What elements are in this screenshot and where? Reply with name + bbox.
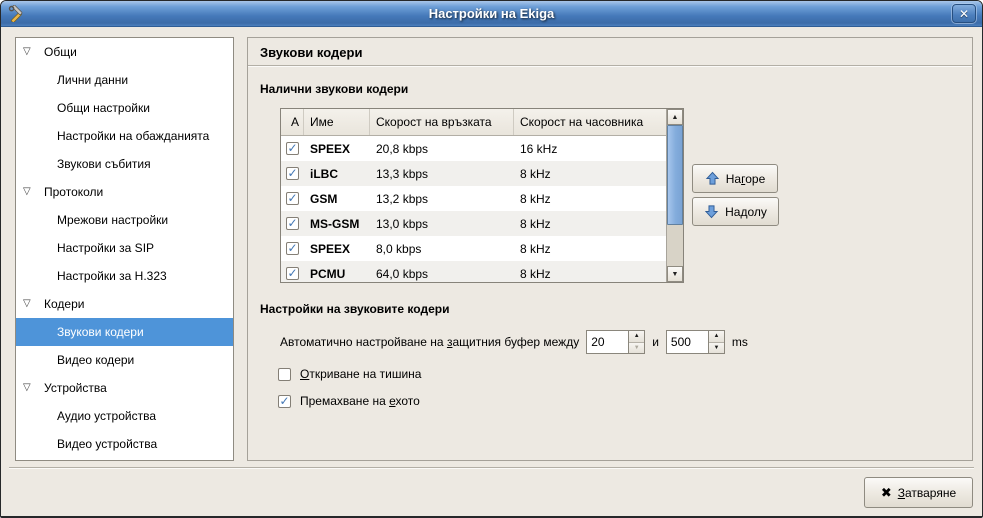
- close-dialog-button[interactable]: ✖ Затваряне: [864, 477, 973, 508]
- page-title: Звукови кодери: [260, 45, 362, 60]
- jitter-unit-label: ms: [732, 335, 748, 349]
- column-header-clock[interactable]: Скорост на часовника: [514, 109, 666, 135]
- sidebar-item-general[interactable]: Общи: [16, 38, 233, 66]
- codec-enabled-checkbox[interactable]: [286, 192, 299, 205]
- move-down-label: Надолу: [725, 205, 767, 219]
- scroll-up-icon[interactable]: [667, 109, 683, 125]
- silence-detection-checkbox-row[interactable]: Откриване на тишина: [278, 367, 421, 381]
- table-row[interactable]: SPEEX 8,0 kbps 8 kHz: [281, 236, 666, 261]
- table-scrollbar[interactable]: [666, 109, 683, 282]
- spin-up-icon[interactable]: [709, 331, 724, 342]
- expander-icon[interactable]: [23, 47, 36, 57]
- sidebar-item-sound-events[interactable]: Звукови събития: [16, 150, 233, 178]
- titlebar[interactable]: Настройки на Ekiga ✕: [1, 1, 982, 27]
- echo-cancellation-checkbox-row[interactable]: Премахване на ехото: [278, 394, 420, 408]
- sidebar-item-h323-settings[interactable]: Настройки за H.323: [16, 262, 233, 290]
- silence-detection-checkbox[interactable]: [278, 368, 291, 381]
- close-x-icon: ✖: [881, 486, 892, 499]
- codec-table: А Име Скорост на връзката Скорост на час…: [280, 108, 684, 283]
- preferences-window: Настройки на Ekiga ✕ Общи Лични данни Об…: [0, 0, 983, 518]
- close-icon: ✕: [959, 8, 969, 20]
- scroll-down-icon[interactable]: [667, 266, 683, 282]
- silence-detection-label: Откриване на тишина: [300, 367, 421, 381]
- sidebar-item-protocols[interactable]: Протоколи: [16, 178, 233, 206]
- sidebar-item-personal-data[interactable]: Лични данни: [16, 66, 233, 94]
- spin-down-icon[interactable]: [629, 342, 644, 354]
- jitter-min-input[interactable]: [587, 331, 628, 353]
- jitter-buffer-row: Автоматично настройване на защитния буфе…: [280, 329, 748, 355]
- footer-separator: [9, 467, 974, 469]
- down-arrow-icon: [704, 204, 719, 219]
- table-row[interactable]: PCMU 64,0 kbps 8 kHz: [281, 261, 666, 282]
- sidebar-item-audio-codecs[interactable]: Звукови кодери: [16, 318, 233, 346]
- move-down-button[interactable]: Надолу: [692, 197, 779, 226]
- table-row[interactable]: MS-GSM 13,0 kbps 8 kHz: [281, 211, 666, 236]
- jitter-max-spinner[interactable]: [666, 330, 725, 354]
- table-row[interactable]: SPEEX 20,8 kbps 16 kHz: [281, 136, 666, 161]
- column-header-bitrate[interactable]: Скорост на връзката: [370, 109, 514, 135]
- sidebar-item-audio-devices[interactable]: Аудио устройства: [16, 402, 233, 430]
- scrollbar-track[interactable]: [667, 125, 683, 266]
- sidebar-item-codecs[interactable]: Кодери: [16, 290, 233, 318]
- spin-down-icon[interactable]: [709, 342, 724, 354]
- echo-cancellation-checkbox[interactable]: [278, 395, 291, 408]
- move-up-label: Нагоре: [726, 172, 766, 186]
- move-up-button[interactable]: Нагоре: [692, 164, 778, 193]
- sidebar-item-devices[interactable]: Устройства: [16, 374, 233, 402]
- scrollbar-thumb[interactable]: [667, 125, 683, 225]
- jitter-max-input[interactable]: [667, 331, 708, 353]
- table-row[interactable]: iLBC 13,3 kbps 8 kHz: [281, 161, 666, 186]
- expander-icon[interactable]: [23, 299, 36, 309]
- title-separator: [248, 65, 972, 67]
- window-close-button[interactable]: ✕: [952, 4, 976, 23]
- jitter-label: Автоматично настройване на защитния буфе…: [280, 335, 579, 349]
- close-dialog-label: Затваряне: [898, 486, 956, 500]
- codec-settings-label: Настройки на звуковите кодери: [260, 302, 449, 316]
- codec-enabled-checkbox[interactable]: [286, 167, 299, 180]
- audio-codecs-panel: Звукови кодери Налични звукови кодери А …: [247, 37, 973, 461]
- table-row[interactable]: GSM 13,2 kbps 8 kHz: [281, 186, 666, 211]
- sidebar-item-call-options[interactable]: Настройки на обажданията: [16, 122, 233, 150]
- sidebar-item-general-settings[interactable]: Общи настройки: [16, 94, 233, 122]
- available-codecs-label: Налични звукови кодери: [260, 82, 408, 96]
- codec-enabled-checkbox[interactable]: [286, 217, 299, 230]
- sidebar-item-sip-settings[interactable]: Настройки за SIP: [16, 234, 233, 262]
- codec-grid: А Име Скорост на връзката Скорост на час…: [281, 109, 666, 282]
- column-header-active[interactable]: А: [281, 109, 304, 135]
- sidebar-item-video-codecs[interactable]: Видео кодери: [16, 346, 233, 374]
- tools-window-icon: [8, 5, 25, 22]
- jitter-conjunction: и: [652, 335, 659, 349]
- sidebar-item-video-devices[interactable]: Видео устройства: [16, 430, 233, 458]
- jitter-min-spinner[interactable]: [586, 330, 645, 354]
- codec-enabled-checkbox[interactable]: [286, 242, 299, 255]
- echo-cancellation-label: Премахване на ехото: [300, 394, 420, 408]
- codec-enabled-checkbox[interactable]: [286, 142, 299, 155]
- window-title: Настройки на Ekiga: [1, 6, 982, 21]
- codec-enabled-checkbox[interactable]: [286, 267, 299, 280]
- sidebar-item-network-settings[interactable]: Мрежови настройки: [16, 206, 233, 234]
- up-arrow-icon: [705, 171, 720, 186]
- table-header-row: А Име Скорост на връзката Скорост на час…: [281, 109, 666, 136]
- expander-icon[interactable]: [23, 383, 36, 393]
- expander-icon[interactable]: [23, 187, 36, 197]
- preferences-category-list: Общи Лични данни Общи настройки Настройк…: [15, 37, 234, 461]
- spin-up-icon[interactable]: [629, 331, 644, 342]
- column-header-name[interactable]: Име: [304, 109, 370, 135]
